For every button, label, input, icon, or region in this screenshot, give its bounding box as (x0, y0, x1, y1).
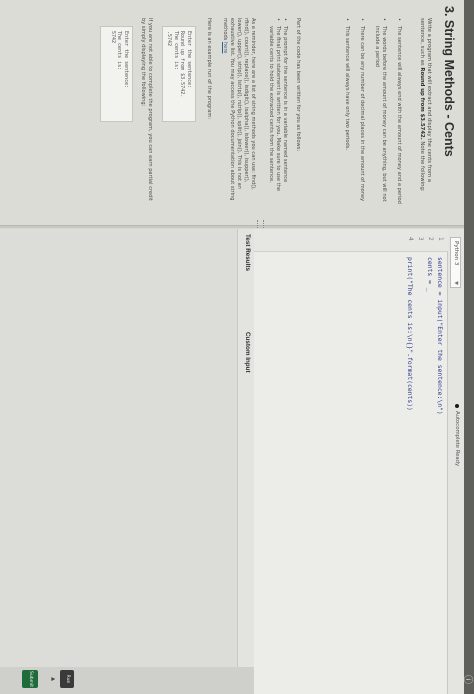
top-bar: ⓘ (462, 0, 474, 694)
autocomplete-status: Autocomplete Ready (454, 404, 460, 466)
page-title: 3. String Methods - Cents (442, 6, 456, 157)
example-sentence: Round up from $3.5742. (418, 67, 425, 140)
sample-line: The cents is: (172, 31, 179, 71)
notes-list: The sentence will always end with the am… (335, 18, 402, 210)
panel-divider[interactable] (0, 226, 464, 228)
results-panel: Test Results Custom Input Run ▲ Submit (0, 229, 254, 694)
list-item: There can be any number of decimal place… (358, 26, 365, 210)
autocomplete-label: Autocomplete Ready (454, 411, 460, 467)
list-item: The words before the amount of money can… (373, 26, 387, 210)
line-number: 4 (407, 237, 414, 241)
sample-line: Enter the sentence: (186, 31, 192, 89)
partial-credit-text: If you are not able to complete the prog… (140, 18, 153, 201)
coding-exercise-page: ⓘ 3. String Methods - Cents Write a prog… (0, 0, 474, 694)
line-number: 2 (427, 237, 434, 241)
instructions-panel: 3. String Methods - Cents Write a progra… (0, 0, 464, 226)
chevron-down-icon: ▼ (453, 281, 459, 285)
sample-line: .5742 (166, 31, 173, 47)
code-line[interactable]: sentence = input("Enter the sentence:\n"… (436, 257, 444, 415)
run-button[interactable]: Run (60, 670, 74, 688)
problem-description: Write a program that will extract and di… (417, 18, 432, 198)
tab-test-results[interactable]: Test Results (244, 234, 251, 271)
partial-line: The cents is: (116, 31, 123, 71)
code-editor[interactable]: Python 3 ▼ Autocomplete Ready 1 2 3 4 se… (254, 229, 464, 694)
chevron-down-icon[interactable]: ▲ (48, 670, 56, 688)
list-item: The final print statement is written for… (267, 26, 281, 210)
list-item: This sentence will always have only two … (343, 26, 350, 210)
line-number: 1 (437, 237, 444, 241)
code-line[interactable]: print("The cents is:\n{}".format(cents)) (406, 257, 414, 411)
partial-run-box: Enter the sentence: The cents is: 5742 (100, 26, 133, 122)
language-select[interactable]: Python 3 ▼ (450, 237, 461, 288)
code-line[interactable]: cents = _ (426, 257, 434, 292)
partial-line: 5742 (109, 31, 116, 44)
editor-header: Python 3 ▼ Autocomplete Ready (447, 229, 464, 694)
sample-run-box: Enter the sentence: Round up from $3.574… (162, 26, 196, 122)
reminder-text: As a reminder, here are a list of string… (221, 18, 256, 202)
sample-intro: Here is an example run of the program: (206, 18, 212, 120)
line-number: 3 (417, 237, 424, 241)
documentation-link[interactable]: here (222, 42, 228, 53)
status-dot-icon (455, 404, 460, 408)
language-label: Python 3 (453, 241, 459, 266)
tab-custom-input[interactable]: Custom Input (244, 332, 251, 373)
photo-frame: ⓘ 3. String Methods - Cents Write a prog… (0, 0, 474, 694)
list-item: The sentence will always end with the am… (395, 26, 402, 210)
results-tabs: Test Results Custom Input (237, 229, 254, 694)
action-bar (0, 667, 254, 694)
partial-line: Enter the sentence: (123, 31, 129, 89)
sample-line: Round up from $3.5742. (179, 31, 186, 98)
description-note: Note the following: (418, 141, 425, 192)
list-item: The prompt for the sentence is in a vari… (281, 26, 288, 210)
submit-button[interactable]: Submit (22, 670, 38, 688)
written-intro: Part of the code has been written for yo… (295, 18, 301, 152)
written-list: The prompt for the sentence is in a vari… (267, 18, 288, 210)
